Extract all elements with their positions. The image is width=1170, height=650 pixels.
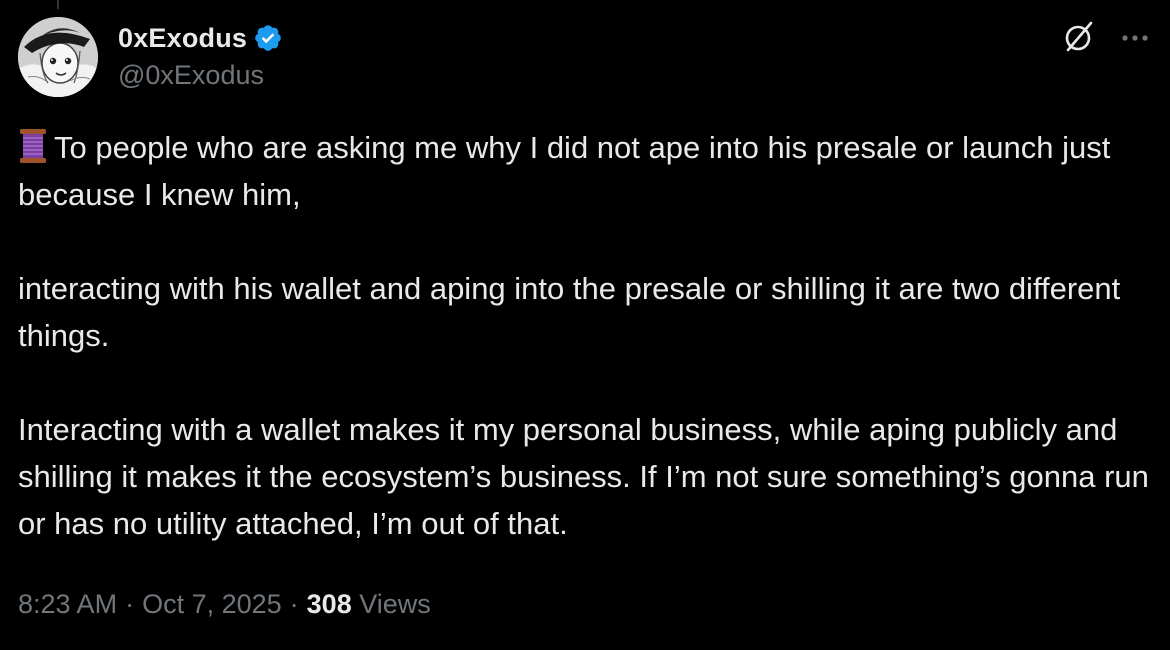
- verified-badge-icon[interactable]: [253, 23, 283, 53]
- meta-separator: ·: [125, 589, 135, 619]
- tweet-paragraph: To people who are asking me why I did no…: [18, 124, 1153, 218]
- tweet-paragraph-3-text: Interacting with a wallet makes it my pe…: [18, 412, 1149, 541]
- tweet-paragraph-1-text: To people who are asking me why I did no…: [18, 130, 1111, 212]
- tweet-paragraph-2-text: interacting with his wallet and aping in…: [18, 271, 1121, 353]
- tweet-date[interactable]: Oct 7, 2025: [142, 589, 282, 619]
- grok-icon[interactable]: [1062, 20, 1096, 54]
- tweet-paragraph: interacting with his wallet and aping in…: [18, 265, 1153, 359]
- more-options-icon[interactable]: [1118, 28, 1152, 48]
- tweet: 0xExodus @0xExodus To people who are ask…: [0, 0, 1170, 650]
- tweet-paragraph: Interacting with a wallet makes it my pe…: [18, 406, 1153, 547]
- author-handle[interactable]: @0xExodus: [118, 60, 264, 91]
- avatar[interactable]: [18, 17, 98, 97]
- thread-connector-line: [57, 0, 59, 9]
- tweet-body: To people who are asking me why I did no…: [18, 124, 1153, 547]
- thread-spool-emoji: [18, 128, 48, 164]
- tweet-time[interactable]: 8:23 AM: [18, 589, 117, 619]
- views-label[interactable]: Views: [359, 589, 431, 619]
- tweet-meta: 8:23 AM · Oct 7, 2025 · 308 Views: [18, 589, 431, 620]
- author-name-row: 0xExodus: [118, 20, 283, 56]
- author-display-name[interactable]: 0xExodus: [118, 23, 247, 54]
- views-count[interactable]: 308: [307, 589, 352, 619]
- meta-separator: ·: [289, 589, 299, 619]
